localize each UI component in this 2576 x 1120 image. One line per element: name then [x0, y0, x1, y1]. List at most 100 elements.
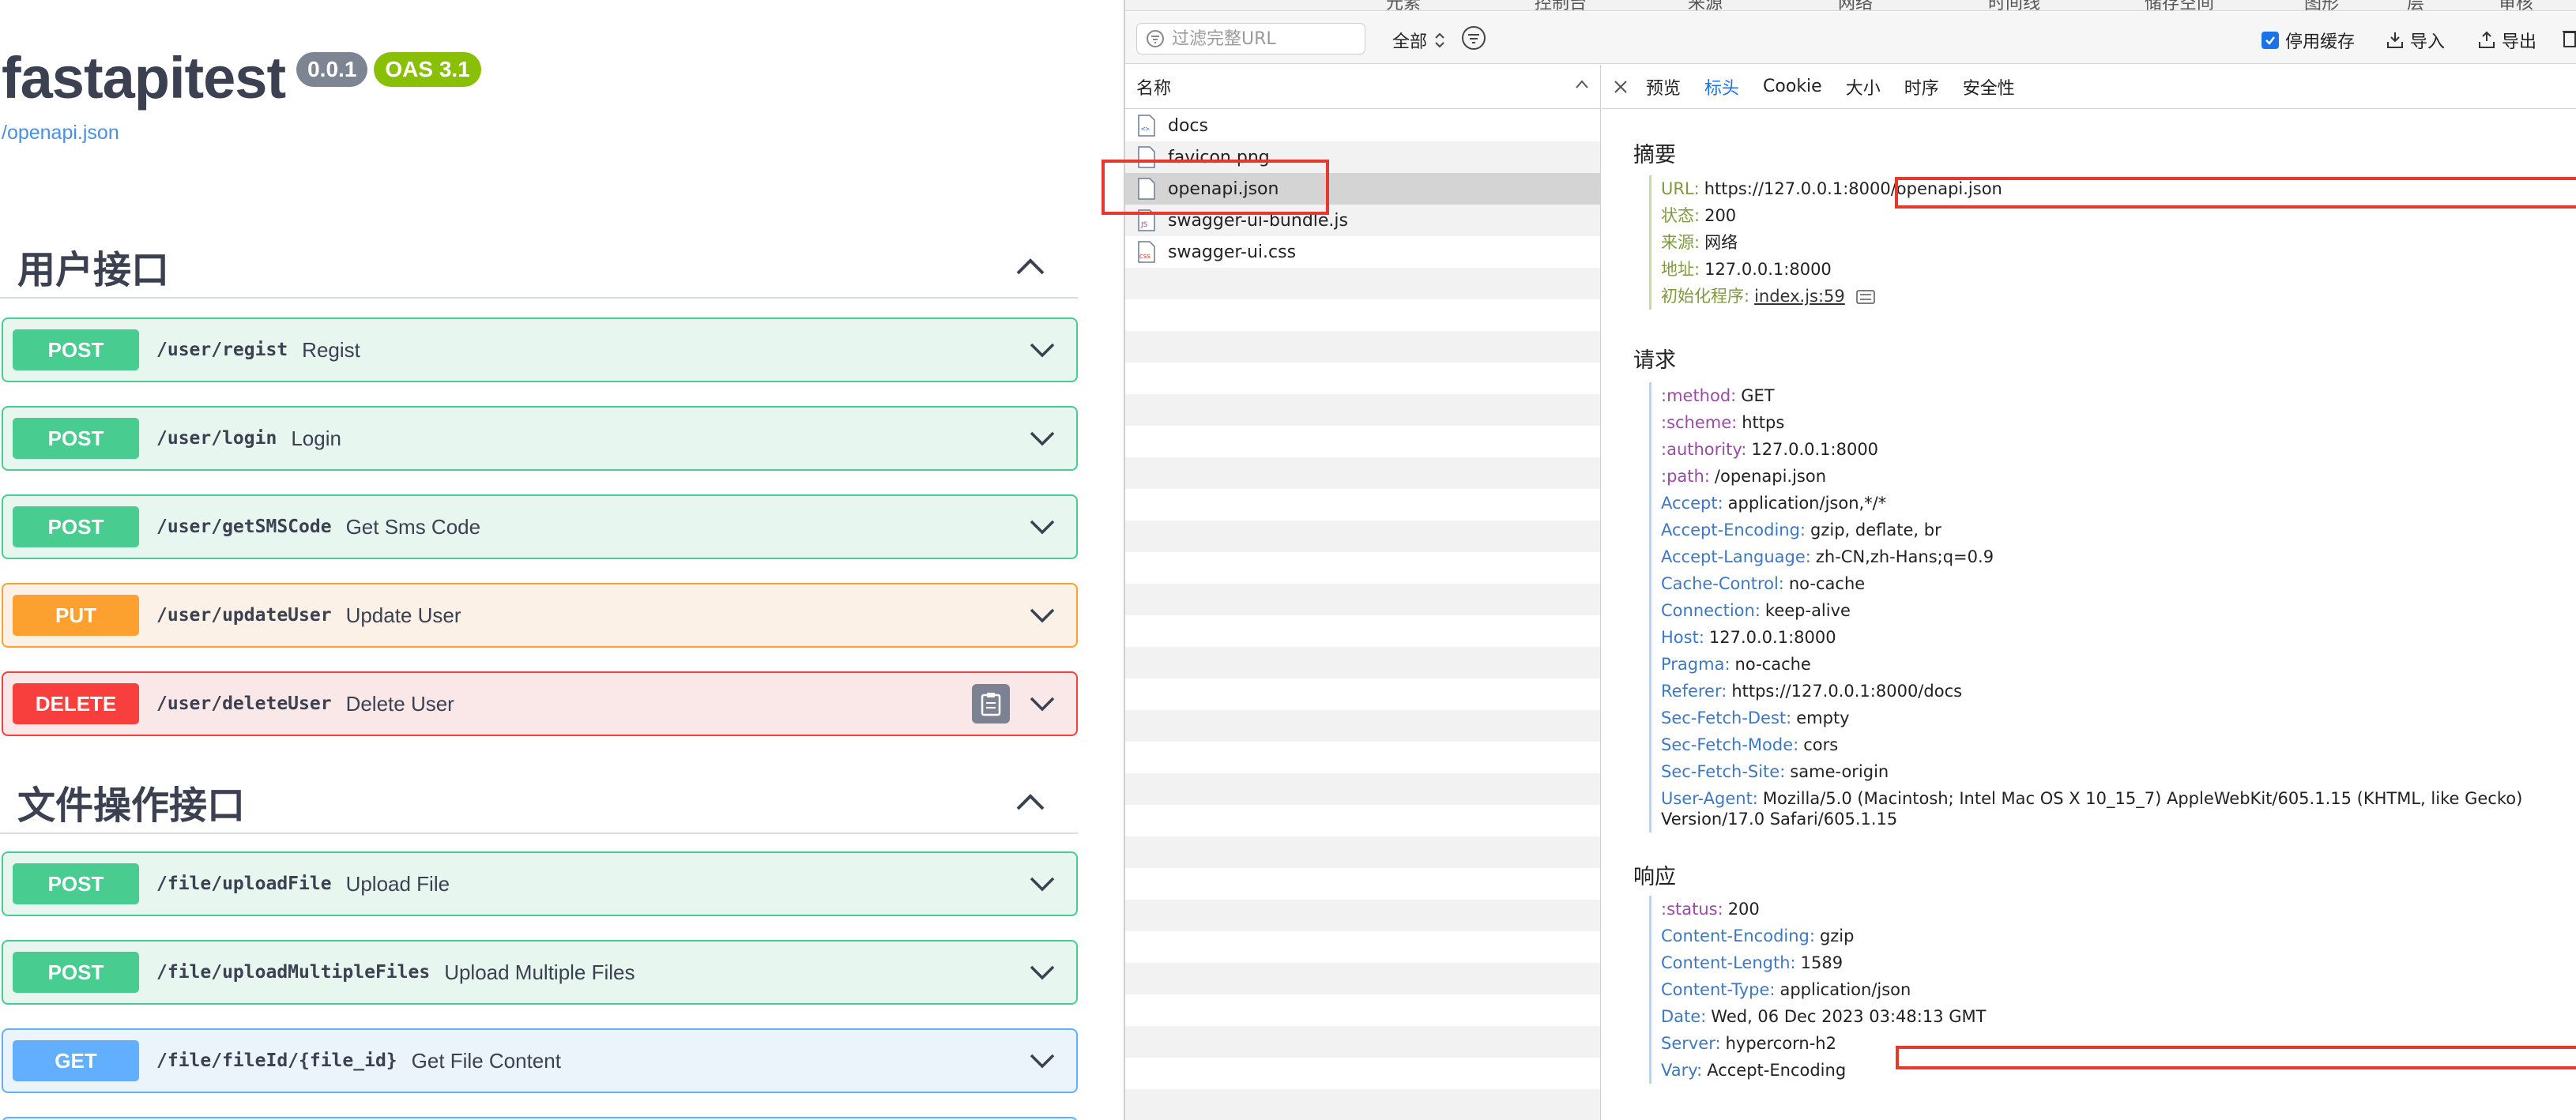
header-key: Content-Type:	[1661, 980, 1776, 999]
operation-update-user[interactable]: PUT /user/updateUser Update User	[2, 583, 1078, 648]
name-column-header[interactable]: 名称	[1125, 65, 1600, 109]
chevron-down-icon[interactable]	[1029, 962, 1056, 983]
top-tab-network[interactable]: 网络	[1838, 0, 1873, 10]
request-detail-pane: 预览 标头 Cookie 大小 时序 安全性 摘要 URL: https://12…	[1602, 65, 2576, 1120]
url-filter[interactable]	[1136, 23, 1365, 54]
empty-row	[1125, 584, 1600, 615]
top-tab-layers[interactable]: 层	[2407, 0, 2424, 10]
operation-get-file-content[interactable]: GET /file/fileId/{file_id} Get File Cont…	[2, 1028, 1078, 1093]
empty-row	[1125, 394, 1600, 426]
req-path: :path:/openapi.json	[1661, 463, 2570, 490]
header-key: :method:	[1661, 386, 1737, 405]
disable-cache-toggle[interactable]: 停用缓存	[2262, 28, 2355, 53]
request-row-openapi[interactable]: openapi.json	[1125, 173, 1600, 205]
chevron-down-icon[interactable]	[1029, 693, 1056, 714]
tab-headers[interactable]: 标头	[1704, 74, 1739, 100]
header-key: Server:	[1661, 1034, 1721, 1053]
request-name: swagger-ui-bundle.js	[1168, 210, 1349, 231]
request-row-favicon[interactable]: favicon.png	[1125, 141, 1600, 173]
chevron-down-icon[interactable]	[1029, 428, 1056, 449]
initiator-link[interactable]: index.js:59	[1754, 287, 1845, 306]
request-headers-block: :method: GET :scheme: https :authority: 127…	[1649, 382, 2570, 832]
close-icon[interactable]	[1613, 79, 1629, 95]
network-toolbar: 全部 停用缓存 导入	[1125, 12, 2576, 64]
header-value: https://127.0.0.1:8000/docs	[1731, 682, 1963, 701]
filter-icon	[1147, 30, 1164, 47]
export-label: 导出	[2502, 32, 2537, 52]
header-value: hypercorn-h2	[1725, 1034, 1836, 1053]
filter-options-icon[interactable]	[1460, 24, 1487, 51]
resource-type-select[interactable]: 全部	[1392, 28, 1446, 53]
request-row-swagger-css[interactable]: CSS swagger-ui.css	[1125, 236, 1600, 268]
req-cache-control: Cache-Control: no-cache	[1661, 570, 2570, 597]
header-value: gzip, deflate, br	[1810, 521, 1941, 539]
css-file-icon: CSS	[1138, 241, 1155, 263]
chevron-down-icon[interactable]	[1029, 517, 1056, 537]
method-badge: POST	[13, 506, 139, 547]
empty-row	[1125, 331, 1600, 363]
operation-get-sms-code[interactable]: POST /user/getSMSCode Get Sms Code	[2, 494, 1078, 559]
request-section-title: 请求	[1633, 348, 1676, 373]
svg-text:<>: <>	[1141, 126, 1150, 133]
top-tab-audit[interactable]: 审核	[2499, 0, 2533, 10]
chevron-down-icon[interactable]	[1029, 874, 1056, 894]
tag-header-file[interactable]: 文件操作接口	[0, 771, 1078, 834]
tab-security[interactable]: 安全性	[1963, 74, 2015, 100]
response-headers-block: :status: 200 Content-Encoding: gzip Conten…	[1649, 896, 1986, 1084]
tab-preview[interactable]: 预览	[1646, 74, 1681, 100]
operation-regist[interactable]: POST /user/regist Regist	[2, 318, 1078, 382]
res-vary: Vary: Accept-Encoding	[1661, 1057, 1986, 1084]
summary-value: https://127.0.0.1:8000/openapi.json	[1704, 179, 2002, 198]
tab-cookies[interactable]: Cookie	[1763, 77, 1822, 96]
header-value: 200	[1727, 900, 1760, 919]
tab-timing[interactable]: 时序	[1904, 74, 1939, 100]
top-tab-graphics[interactable]: 图形	[2304, 0, 2339, 10]
request-row-swagger-bundle[interactable]: JS swagger-ui-bundle.js	[1125, 205, 1600, 236]
operation-upload-multiple-files[interactable]: POST /file/uploadMultipleFiles Upload Mu…	[2, 940, 1078, 1005]
empty-row	[1125, 489, 1600, 521]
top-tab-timelines[interactable]: 时间线	[1988, 0, 2040, 10]
top-tab-sources[interactable]: 来源	[1688, 0, 1723, 10]
request-list-pane: 名称 <> docs favicon.png openapi.json JS s…	[1125, 65, 1601, 1120]
header-key: Sec-Fetch-Mode:	[1661, 735, 1799, 754]
import-button[interactable]: 导入	[2386, 28, 2445, 53]
header-value: Accept-Encoding	[1707, 1061, 1847, 1080]
operation-upload-file[interactable]: POST /file/uploadFile Upload File	[2, 851, 1078, 916]
header-key: Content-Encoding:	[1661, 926, 1815, 945]
chevron-down-icon[interactable]	[1029, 340, 1056, 360]
summary-url: URL: https://127.0.0.1:8000/openapi.json	[1661, 175, 2002, 202]
top-tab-storage[interactable]: 储存空间	[2145, 0, 2214, 10]
header-value: 127.0.0.1:8000	[1708, 628, 1836, 647]
operation-delete-user[interactable]: DELETE /user/deleteUser Delete User	[2, 671, 1078, 736]
reveal-list-icon[interactable]	[1856, 290, 1876, 304]
req-pragma: Pragma: no-cache	[1661, 651, 2570, 678]
req-sec-fetch-site: Sec-Fetch-Site: same-origin	[1661, 758, 2570, 785]
summary-value: 网络	[1704, 233, 1738, 252]
summary-address: 地址: 127.0.0.1:8000	[1661, 256, 2002, 283]
summary-key: 状态:	[1661, 206, 1700, 225]
top-tab-elements[interactable]: 元素	[1386, 0, 1421, 10]
trash-icon[interactable]	[2562, 28, 2576, 48]
method-badge: POST	[13, 952, 139, 993]
empty-row	[1125, 773, 1600, 805]
svg-text:CSS: CSS	[1139, 254, 1151, 260]
summary-initiator: 初始化程序: index.js:59	[1661, 283, 2002, 310]
tag-header-user[interactable]: 用户接口	[0, 235, 1078, 299]
checkbox-checked-icon[interactable]	[2262, 32, 2279, 49]
copy-to-clipboard-button[interactable]	[972, 684, 1010, 723]
operation-login[interactable]: POST /user/login Login	[2, 406, 1078, 471]
filter-input[interactable]	[1172, 28, 1354, 49]
tab-size[interactable]: 大小	[1846, 74, 1881, 100]
chevron-down-icon[interactable]	[1029, 1050, 1056, 1071]
req-host: Host: 127.0.0.1:8000	[1661, 624, 2570, 651]
chevron-down-icon[interactable]	[1029, 605, 1056, 626]
empty-row	[1125, 521, 1600, 552]
empty-row	[1125, 426, 1600, 457]
top-tab-console[interactable]: 控制台	[1535, 0, 1587, 10]
header-key: :scheme:	[1661, 413, 1738, 432]
openapi-spec-link[interactable]: /openapi.json	[2, 122, 119, 145]
request-row-docs[interactable]: <> docs	[1125, 110, 1600, 141]
version-badge: 0.0.1	[296, 52, 368, 87]
export-button[interactable]: 导出	[2478, 28, 2536, 53]
request-rows: <> docs favicon.png openapi.json JS swag…	[1125, 110, 1600, 1120]
